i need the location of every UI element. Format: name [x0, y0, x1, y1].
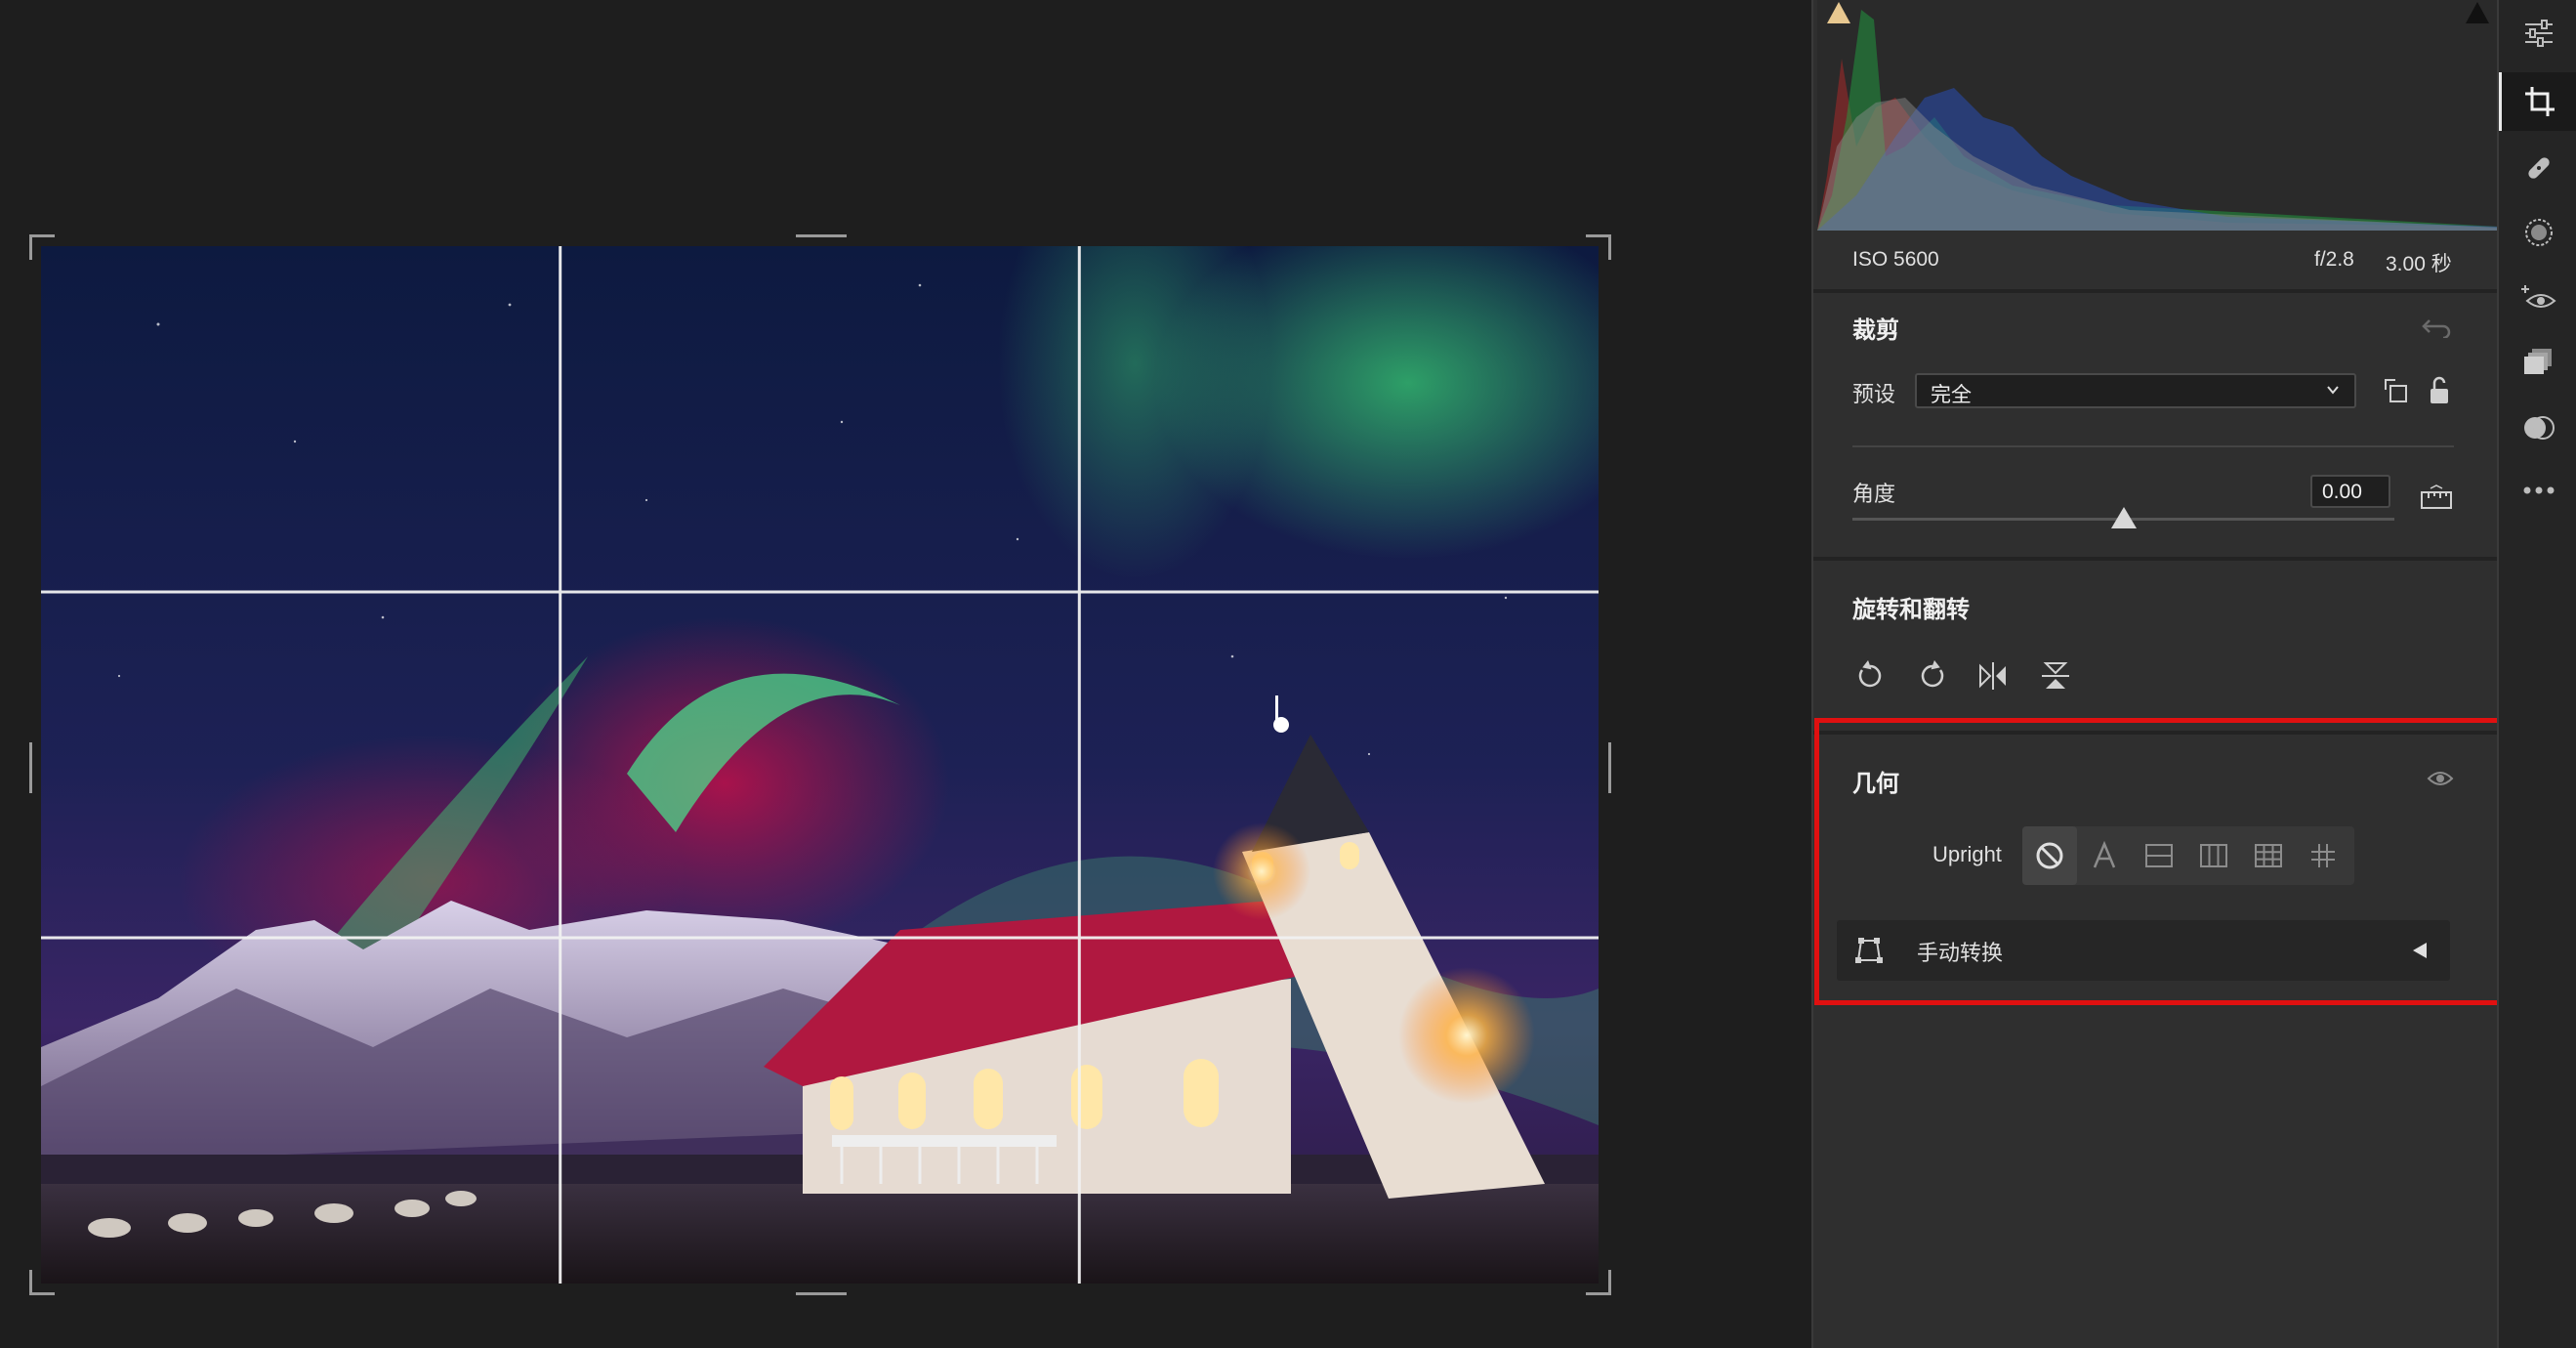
histogram — [1817, 0, 2499, 231]
edit-panel: ISO 5600 f/2.8 3.00 秒 裁剪 预设 完全 角度 0.00 旋… — [1811, 0, 2499, 1348]
crop-handle-right[interactable] — [1608, 742, 1611, 793]
exif-aperture: f/2.8 — [2314, 248, 2354, 271]
image-canvas[interactable] — [0, 0, 1811, 1348]
crop-handle-top[interactable] — [796, 234, 847, 237]
preset-label: 预设 — [1852, 383, 1896, 407]
exif-shutter: 3.00 秒 — [2386, 253, 2452, 275]
angle-input[interactable]: 0.00 — [2310, 475, 2390, 508]
presets-icon[interactable] — [2499, 332, 2576, 391]
crop-handle-bottom[interactable] — [796, 1292, 847, 1295]
divider — [1852, 445, 2454, 447]
flip-vertical-icon[interactable] — [2038, 658, 2073, 694]
geometry-highlight-box — [1814, 718, 2509, 1005]
highlight-clipping-warning-icon[interactable] — [2464, 0, 2491, 25]
tool-strip — [2497, 0, 2576, 1348]
rotate-aspect-icon[interactable] — [2379, 371, 2414, 410]
red-eye-icon[interactable] — [2499, 270, 2576, 328]
crop-reset-icon[interactable] — [2419, 311, 2454, 342]
snapshot-icon[interactable] — [2499, 399, 2576, 457]
photo-aurora-church[interactable] — [41, 246, 1599, 1284]
crop-section-title: 裁剪 — [1852, 316, 1899, 344]
crop-icon[interactable] — [2499, 72, 2576, 131]
exif-iso: ISO 5600 — [1852, 248, 1939, 271]
crop-handle-left[interactable] — [29, 742, 32, 793]
preset-value: 完全 — [1931, 383, 1972, 406]
more-icon[interactable] — [2499, 461, 2576, 520]
divider — [1813, 289, 2499, 293]
rotate-left-icon[interactable] — [1852, 658, 1888, 694]
flip-horizontal-icon[interactable] — [1975, 658, 2011, 694]
preset-dropdown[interactable]: 完全 — [1915, 373, 2356, 408]
angle-label: 角度 — [1852, 483, 1896, 507]
rotate-right-icon[interactable] — [1915, 658, 1950, 694]
exif-bar: ISO 5600 f/2.8 3.00 秒 — [1813, 234, 2499, 289]
rotate-section-title: 旋转和翻转 — [1852, 596, 1970, 623]
masking-icon[interactable] — [2499, 203, 2576, 262]
chevron-down-icon — [2327, 386, 2339, 395]
divider — [1813, 557, 2499, 561]
angle-slider-thumb[interactable] — [2110, 507, 2137, 528]
healing-icon[interactable] — [2499, 139, 2576, 197]
shadow-clipping-warning-icon[interactable] — [1825, 0, 1852, 25]
straighten-tool-icon[interactable] — [2417, 481, 2456, 516]
edit-sliders-icon[interactable] — [2499, 4, 2576, 63]
lock-aspect-icon[interactable] — [2423, 371, 2456, 410]
